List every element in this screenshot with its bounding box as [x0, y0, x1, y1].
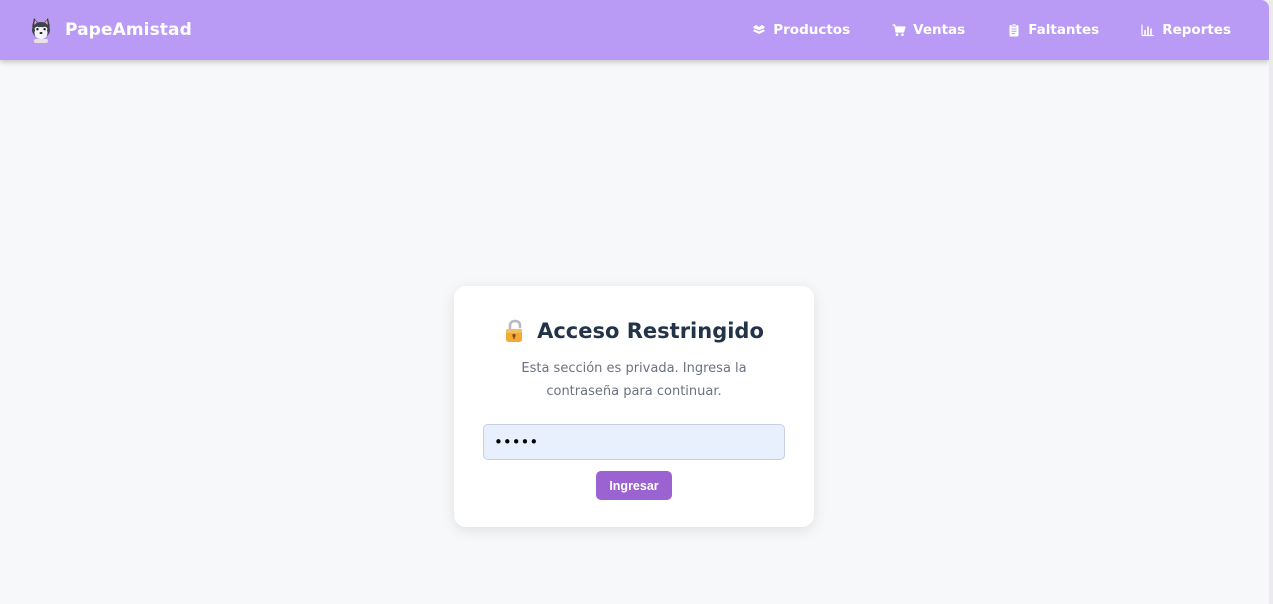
nav-link-label: Ventas — [913, 22, 966, 38]
nav-link-ventas[interactable]: Ventas — [892, 22, 965, 38]
window-edge — [1269, 0, 1273, 604]
password-input[interactable] — [483, 424, 785, 460]
bar-chart-icon — [1141, 23, 1155, 37]
nav-links: Productos Ventas Faltantes Reportes — [752, 22, 1231, 38]
submit-button[interactable]: Ingresar — [596, 471, 672, 500]
box-icon — [752, 23, 766, 37]
lock-icon — [504, 319, 526, 343]
card-title-text: Acceso Restringido — [537, 319, 764, 343]
top-navbar: PapeAmistad Productos Ventas Faltantes R… — [0, 0, 1269, 60]
nav-link-label: Reportes — [1162, 22, 1231, 38]
login-card: Acceso Restringido Esta sección es priva… — [454, 286, 814, 527]
nav-link-reportes[interactable]: Reportes — [1141, 22, 1231, 38]
card-title: Acceso Restringido — [454, 319, 814, 343]
clipboard-icon — [1007, 23, 1021, 37]
brand-name: PapeAmistad — [65, 20, 192, 40]
brand-link[interactable]: PapeAmistad — [28, 17, 192, 43]
nav-link-faltantes[interactable]: Faltantes — [1007, 22, 1099, 38]
husky-dog-logo-icon — [28, 17, 54, 43]
nav-link-productos[interactable]: Productos — [752, 22, 850, 38]
nav-link-label: Faltantes — [1028, 22, 1100, 38]
card-description: Esta sección es privada. Ingresa la cont… — [521, 361, 747, 399]
shopping-cart-icon — [892, 23, 906, 37]
nav-link-label: Productos — [773, 22, 851, 38]
